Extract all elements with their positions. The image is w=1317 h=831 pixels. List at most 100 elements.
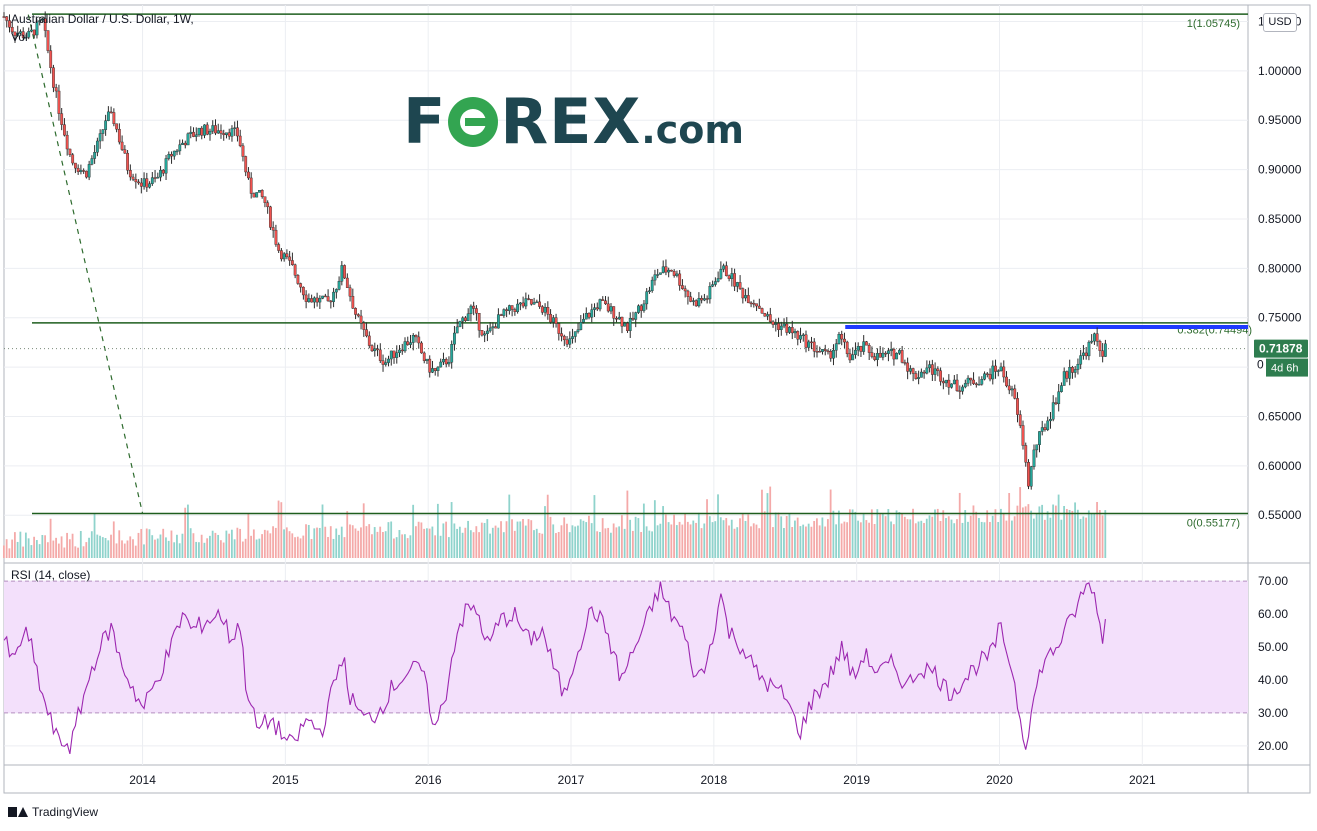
volume-bar <box>777 512 780 558</box>
volume-bar <box>1049 517 1052 558</box>
candle-body <box>928 364 932 369</box>
volume-bar <box>280 502 283 558</box>
volume-bar <box>934 509 936 558</box>
countdown-value: 4d 6h <box>1271 363 1299 375</box>
volume-bar <box>552 524 555 558</box>
candle-body <box>139 182 143 187</box>
volume-bar <box>835 524 838 558</box>
volume-bar <box>140 528 143 558</box>
volume-bar <box>802 524 805 558</box>
candle-body <box>422 352 426 361</box>
volume-bar <box>928 515 931 558</box>
candle-body <box>123 149 127 154</box>
candle-body <box>617 316 621 320</box>
candle-body <box>631 318 635 320</box>
volume-bar <box>406 538 409 558</box>
volume-bar <box>780 516 783 558</box>
volume-bar <box>151 535 154 558</box>
volume-bar <box>629 519 632 558</box>
rsi-tick-label: 30.00 <box>1258 706 1288 720</box>
volume-bar <box>590 523 593 558</box>
tradingview-footer[interactable]: TradingView <box>8 805 98 819</box>
candle-body <box>1007 385 1011 391</box>
volume-bar <box>294 537 296 558</box>
candle-body <box>587 313 591 318</box>
candle-body <box>521 302 525 307</box>
volume-bar <box>1043 519 1046 558</box>
candle-body <box>164 158 168 174</box>
candle-body <box>263 196 267 203</box>
volume-bar <box>914 523 917 558</box>
volume-bar <box>442 523 445 558</box>
volume-bar <box>758 528 761 558</box>
volume-bar <box>497 527 500 558</box>
volume-bar <box>895 510 898 558</box>
volume-bar <box>750 526 752 558</box>
volume-bar <box>859 522 862 558</box>
candle-body <box>409 342 412 345</box>
time-tick-label: 2017 <box>558 773 585 787</box>
candle-body <box>914 373 918 379</box>
candle-body <box>854 349 857 355</box>
candle-body <box>428 358 432 373</box>
volume-bar <box>522 519 524 558</box>
volume-bar <box>675 525 678 558</box>
candle-body <box>538 301 541 307</box>
candle-body <box>356 314 360 317</box>
candle-body <box>527 298 531 300</box>
volume-bar <box>425 528 428 558</box>
volume-bar <box>1093 513 1096 558</box>
candle-body <box>837 334 841 344</box>
candle-body <box>694 300 698 307</box>
candle-body <box>832 350 835 359</box>
candle-body <box>689 296 693 302</box>
candle-body <box>606 303 610 312</box>
volume-bar <box>700 528 703 558</box>
candle-body <box>1071 367 1074 373</box>
volume-bar <box>316 527 318 558</box>
candle-body <box>1082 352 1085 356</box>
volume-bar <box>239 528 242 558</box>
volume-bar <box>697 512 700 558</box>
rsi-title: RSI (14, close) <box>11 568 91 582</box>
candle-body <box>436 366 440 371</box>
volume-bar <box>549 516 552 558</box>
candle-body <box>260 190 264 197</box>
candle-body <box>939 370 942 382</box>
volume-bar <box>165 537 167 558</box>
volume-bar <box>302 535 305 558</box>
candle-body <box>516 303 520 312</box>
volume-bar <box>247 513 250 558</box>
trend-line[interactable] <box>27 14 144 514</box>
level-label-1: 0(0.55177) <box>1187 517 1240 529</box>
candle-body <box>941 381 945 384</box>
volume-bar <box>176 534 178 558</box>
candle-body <box>442 359 445 363</box>
volume-bar <box>956 519 958 558</box>
price-candles[interactable] <box>2 11 1107 490</box>
candle-body <box>106 111 110 121</box>
volume-bar <box>1090 513 1093 558</box>
volume-bar <box>870 509 873 558</box>
volume-bar <box>986 510 989 558</box>
candle-body <box>697 298 701 307</box>
candle-body <box>774 323 778 325</box>
volume-bar <box>513 530 516 558</box>
candle-body <box>639 305 643 311</box>
candle-body <box>991 365 995 380</box>
candle-body <box>900 350 904 363</box>
candle-body <box>181 142 184 145</box>
rsi-tick-label: 50.00 <box>1258 640 1288 654</box>
candle-body <box>1068 367 1072 379</box>
volume-bar <box>217 534 220 558</box>
candle-body <box>604 300 607 305</box>
candle-body <box>933 368 937 375</box>
volume-bar <box>689 524 692 558</box>
volume-bar <box>651 531 654 558</box>
volume-bar <box>431 526 434 558</box>
currency-button[interactable]: USD <box>1263 13 1297 32</box>
candle-body <box>288 256 292 261</box>
volume-bar <box>349 524 351 558</box>
volume-bar <box>906 519 909 558</box>
candle-body <box>351 296 355 309</box>
